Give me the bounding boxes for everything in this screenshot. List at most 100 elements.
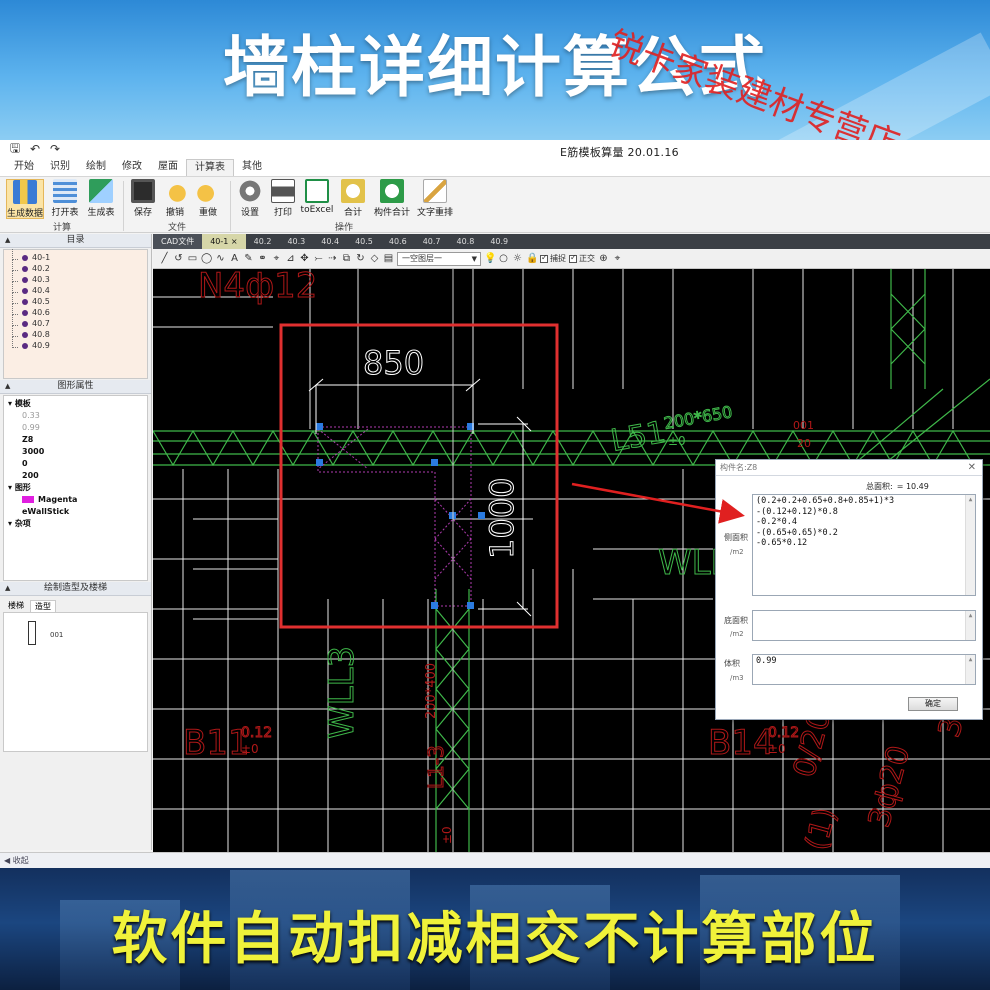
tree-item[interactable]: 40.3 bbox=[12, 271, 147, 285]
bulb-icon[interactable]: 💡 bbox=[484, 253, 496, 264]
polyline-icon[interactable]: ∿ bbox=[215, 253, 226, 264]
extend-icon[interactable]: ⤚ bbox=[313, 253, 324, 264]
menu-tab-draw[interactable]: 绘制 bbox=[78, 159, 114, 176]
rectangle-icon[interactable]: ▭ bbox=[187, 253, 198, 264]
text-icon[interactable]: A bbox=[229, 253, 240, 264]
bottom-area-field[interactable]: ▲ bbox=[752, 610, 976, 641]
line-icon[interactable]: ╱ bbox=[159, 253, 170, 264]
tree-item[interactable]: 40.8 bbox=[12, 326, 147, 340]
snap-checkbox[interactable]: 捕捉 bbox=[540, 253, 566, 264]
crosshair-icon[interactable]: ⌖ bbox=[612, 253, 623, 264]
tab-drawing[interactable]: 40.2 bbox=[246, 234, 280, 249]
bulb-off-icon[interactable]: ○ bbox=[498, 253, 509, 264]
shape-header[interactable]: ▲ 绘制造型及楼梯 bbox=[0, 582, 151, 596]
status-bar[interactable]: ◀ 收起 bbox=[0, 852, 990, 868]
tab-drawing[interactable]: 40.7 bbox=[415, 234, 449, 249]
layer-select[interactable]: 一空图层一 ▼ bbox=[397, 251, 481, 266]
prop-value[interactable]: 0 bbox=[8, 458, 143, 470]
prop-value[interactable]: 200 bbox=[8, 470, 143, 482]
tab-drawing-40-1[interactable]: 40-1 × bbox=[202, 234, 246, 249]
prop-value[interactable]: 0.99 bbox=[8, 422, 143, 434]
tab-drawing[interactable]: 40.3 bbox=[279, 234, 313, 249]
tab-stairs[interactable]: 楼梯 bbox=[4, 600, 28, 612]
move-icon[interactable]: ✥ bbox=[299, 253, 310, 264]
close-icon[interactable]: × bbox=[231, 237, 238, 246]
rotate-icon[interactable]: ↻ bbox=[355, 253, 366, 264]
tab-drawing[interactable]: 40.4 bbox=[313, 234, 347, 249]
bar-chart-icon bbox=[13, 180, 37, 204]
trim-icon[interactable]: ⌖ bbox=[271, 253, 282, 264]
tab-drawing[interactable]: 40.9 bbox=[482, 234, 516, 249]
prop-section-formwork[interactable]: ▾ 模板 bbox=[8, 398, 143, 410]
side-area-formula[interactable]: (0.2+0.2+0.65+0.8+0.85+1)*3 -(0.12+0.12)… bbox=[752, 494, 976, 596]
layer-icon[interactable]: ▤ bbox=[383, 253, 394, 264]
undo-icon[interactable]: ↶ bbox=[28, 142, 42, 156]
prop-value[interactable]: 0.33 bbox=[8, 410, 143, 422]
menu-tab-modify[interactable]: 修改 bbox=[114, 159, 150, 176]
tree-item[interactable]: 40-1 bbox=[12, 249, 147, 263]
to-excel-button[interactable]: toExcel bbox=[298, 179, 336, 219]
bottom-banner: 软件自动扣减相交不计算部位 bbox=[0, 868, 990, 990]
layer-icon bbox=[22, 309, 28, 316]
offset-icon[interactable]: ⇢ bbox=[327, 253, 338, 264]
scrollbar[interactable]: ▲ bbox=[965, 611, 975, 640]
prop-value[interactable]: 3000 bbox=[8, 446, 143, 458]
open-table-button[interactable]: 打开表 bbox=[46, 179, 84, 219]
menu-tab-start[interactable]: 开始 bbox=[6, 159, 42, 176]
tree-item[interactable]: 40.9 bbox=[12, 337, 147, 351]
prop-value[interactable]: Z8 bbox=[8, 434, 143, 446]
shape-thumbnail[interactable] bbox=[28, 621, 36, 645]
menu-tab-recognize[interactable]: 识别 bbox=[42, 159, 78, 176]
tree-item[interactable]: 40.4 bbox=[12, 282, 147, 296]
close-icon[interactable]: ✕ bbox=[968, 460, 976, 475]
text-rearrange-button[interactable]: 文字重排 bbox=[415, 179, 455, 219]
tab-drawing[interactable]: 40.5 bbox=[347, 234, 381, 249]
prop-section-misc[interactable]: ▾ 杂项 bbox=[8, 518, 143, 530]
tree-item[interactable]: 40.5 bbox=[12, 293, 147, 307]
mirror-icon[interactable]: ⊿ bbox=[285, 253, 296, 264]
generate-data-button[interactable]: 生成数据 bbox=[6, 179, 44, 219]
redo-button[interactable]: 重做 bbox=[189, 179, 227, 219]
collapse-icon[interactable]: ▲ bbox=[5, 582, 10, 595]
catalog-header[interactable]: ▲ 目录 bbox=[0, 234, 151, 248]
prop-section-shape[interactable]: ▾ 图形 bbox=[8, 482, 143, 494]
save-icon[interactable]: 🖫 bbox=[8, 140, 22, 160]
component-sum-button[interactable]: 构件合计 bbox=[372, 179, 412, 219]
tree-item[interactable]: 40.7 bbox=[12, 315, 147, 329]
print-button[interactable]: 打印 bbox=[264, 179, 302, 219]
sum-button[interactable]: 合计 bbox=[334, 179, 372, 219]
tab-drawing[interactable]: 40.8 bbox=[449, 234, 483, 249]
menu-tab-roof[interactable]: 屋面 bbox=[150, 159, 186, 176]
collapse-icon[interactable]: ▲ bbox=[5, 380, 10, 393]
ortho-checkbox[interactable]: 正交 bbox=[569, 253, 595, 264]
redo-icon[interactable]: ↷ bbox=[48, 142, 62, 156]
pen-icon[interactable]: ✎ bbox=[243, 253, 254, 264]
prop-color[interactable]: Magenta bbox=[8, 494, 143, 506]
arc-icon[interactable]: ↺ bbox=[173, 253, 184, 264]
menu-tab-calc-table[interactable]: 计算表 bbox=[186, 159, 234, 176]
erase-icon[interactable]: ◇ bbox=[369, 253, 380, 264]
scrollbar[interactable]: ▲ bbox=[965, 495, 975, 595]
tab-drawing[interactable]: 40.6 bbox=[381, 234, 415, 249]
checkbox-box bbox=[569, 253, 577, 263]
sun-icon[interactable]: ☼ bbox=[512, 253, 523, 264]
props-header[interactable]: ▲ 图形属性 bbox=[0, 380, 151, 394]
lock-icon[interactable]: 🔒 bbox=[526, 253, 538, 264]
volume-field[interactable]: 0.99 ▲ bbox=[752, 654, 976, 685]
generate-table-button[interactable]: 生成表 bbox=[82, 179, 120, 219]
ok-button[interactable]: 确定 bbox=[908, 697, 958, 711]
collapse-icon[interactable]: ▲ bbox=[5, 234, 10, 247]
prop-value[interactable]: eWallStick bbox=[8, 506, 143, 518]
scrollbar[interactable]: ▲ bbox=[965, 655, 975, 684]
scale-icon[interactable]: ⧉ bbox=[341, 253, 352, 264]
menu-tab-other[interactable]: 其他 bbox=[234, 159, 270, 176]
tab-shape[interactable]: 造型 bbox=[30, 600, 56, 612]
link-icon[interactable]: ⚭ bbox=[257, 253, 268, 264]
tree-item[interactable]: 40.6 bbox=[12, 304, 147, 318]
osnap-icon[interactable]: ⊕ bbox=[598, 253, 609, 264]
printer-icon bbox=[271, 179, 295, 203]
tab-cad-file[interactable]: CAD文件 bbox=[153, 234, 203, 249]
circle-icon[interactable]: ◯ bbox=[201, 253, 212, 264]
collapse-link[interactable]: ◀ 收起 bbox=[4, 856, 29, 865]
tree-item[interactable]: 40.2 bbox=[12, 260, 147, 274]
